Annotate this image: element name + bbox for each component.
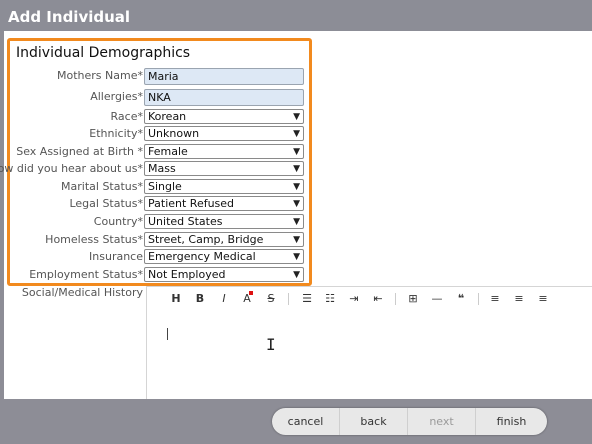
marital-status-select[interactable]: Single ▼ — [144, 179, 304, 194]
country-select[interactable]: United States ▼ — [144, 214, 304, 229]
ibeam-cursor-icon: I — [266, 335, 276, 354]
field-label-ethnicity: Ethnicity* — [89, 127, 143, 140]
field-label-employment-status: Employment Status* — [29, 268, 143, 281]
align-right-button[interactable]: ≡ — [536, 292, 550, 305]
window-title: Add Individual — [8, 8, 131, 26]
field-label-mothers-name: Mothers Name* — [57, 69, 143, 82]
field-label-referral-source: How did you hear about us* — [0, 162, 143, 175]
chevron-down-icon: ▼ — [293, 164, 300, 174]
next-button[interactable]: next — [408, 408, 476, 435]
section-title: Individual Demographics — [16, 45, 191, 61]
field-label-homeless-status: Homeless Status* — [45, 233, 143, 246]
heading-button[interactable]: H — [169, 292, 183, 305]
homeless-status-select[interactable]: Street, Camp, Bridge ▼ — [144, 232, 304, 247]
align-center-button[interactable]: ≡ — [512, 292, 526, 305]
title-bar: Add Individual — [0, 0, 592, 31]
color-dot-icon — [249, 291, 253, 295]
field-label-marital-status: Marital Status* — [61, 180, 143, 193]
field-label-legal-status: Legal Status* — [69, 197, 143, 210]
quote-button[interactable]: ❝ — [454, 292, 468, 305]
chevron-down-icon: ▼ — [293, 217, 300, 227]
back-button[interactable]: back — [340, 408, 408, 435]
finish-button[interactable]: finish — [476, 408, 547, 435]
history-editor[interactable] — [146, 311, 592, 399]
field-label-country: Country* — [93, 215, 143, 228]
sex-at-birth-select[interactable]: Female ▼ — [144, 144, 304, 159]
allergies-input[interactable]: NKA — [144, 89, 304, 106]
numbered-list-button[interactable]: ☷ — [323, 292, 337, 305]
mothers-name-input[interactable]: Maria — [144, 68, 304, 85]
toolbar-divider — [478, 293, 479, 305]
italic-button[interactable]: I — [217, 292, 231, 305]
text-color-button[interactable]: A — [240, 291, 254, 305]
referral-source-select[interactable]: Mass ▼ — [144, 161, 304, 176]
employment-status-select[interactable]: Not Employed ▼ — [144, 267, 304, 282]
horizontal-rule-button[interactable]: — — [430, 292, 444, 305]
chevron-down-icon: ▼ — [293, 112, 300, 122]
align-left-button[interactable]: ≡ — [488, 292, 502, 305]
ethnicity-select[interactable]: Unknown ▼ — [144, 126, 304, 141]
field-label-insurance: Insurance — [89, 250, 143, 263]
text-caret — [167, 328, 168, 340]
chevron-down-icon: ▼ — [293, 129, 300, 139]
toolbar-divider — [395, 293, 396, 305]
toolbar-divider — [288, 293, 289, 305]
editor-toolbar: H B I A S ☰ ☷ ⇥ ⇤ ⊞ — ❝ ≡ ≡ ≡ — [146, 286, 592, 312]
bold-button[interactable]: B — [193, 292, 207, 305]
wizard-nav: cancel back next finish — [272, 408, 547, 435]
chevron-down-icon: ▼ — [293, 147, 300, 157]
history-label: Social/Medical History — [21, 286, 143, 299]
field-label-allergies: Allergies* — [90, 90, 143, 103]
chevron-down-icon: ▼ — [293, 270, 300, 280]
chevron-down-icon: ▼ — [293, 182, 300, 192]
field-label-race: Race* — [110, 110, 143, 123]
legal-status-select[interactable]: Patient Refused ▼ — [144, 196, 304, 211]
strikethrough-button[interactable]: S — [264, 292, 278, 305]
cancel-button[interactable]: cancel — [272, 408, 340, 435]
chevron-down-icon: ▼ — [293, 199, 300, 209]
indent-button[interactable]: ⇥ — [347, 292, 361, 305]
insurance-select[interactable]: Emergency Medical ▼ — [144, 249, 304, 264]
outdent-button[interactable]: ⇤ — [371, 292, 385, 305]
chevron-down-icon: ▼ — [293, 235, 300, 245]
race-select[interactable]: Korean ▼ — [144, 109, 304, 124]
field-label-sex-at-birth: Sex Assigned at Birth * — [16, 145, 143, 158]
chevron-down-icon: ▼ — [293, 252, 300, 262]
bullet-list-button[interactable]: ☰ — [300, 292, 314, 305]
table-button[interactable]: ⊞ — [406, 292, 420, 305]
